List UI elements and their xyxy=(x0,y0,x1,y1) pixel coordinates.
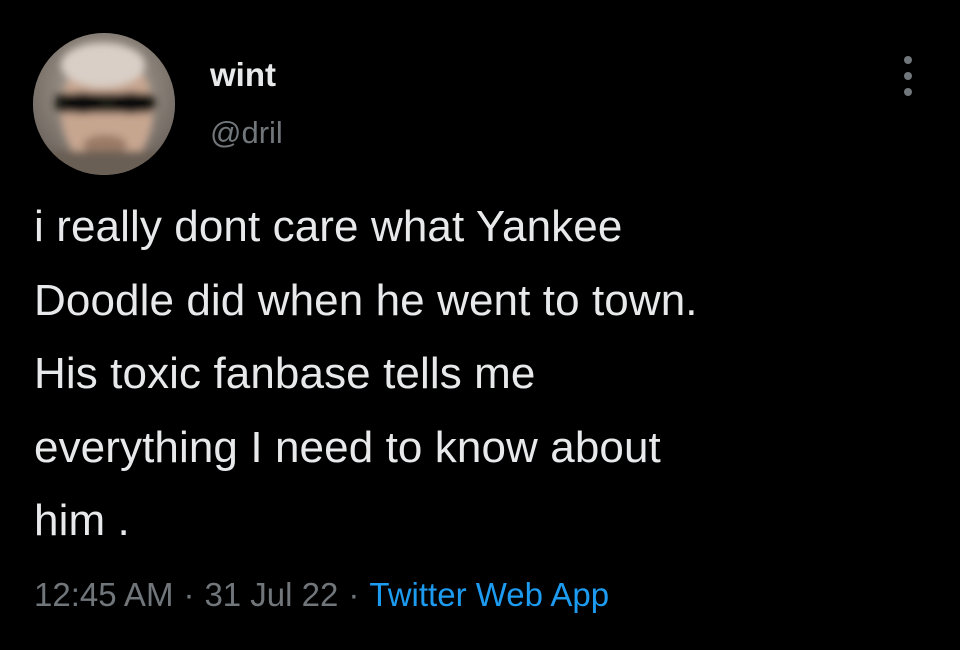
tweet-card: wint @dril i really dont care what Yanke… xyxy=(0,0,960,650)
tweet-text-line: His toxic fanbase tells me xyxy=(34,349,536,398)
more-vertical-icon-dot xyxy=(904,72,912,80)
tweet-text-line: Doodle did when he went to town. xyxy=(34,275,698,325)
tweet-text-line: everything I need to know about xyxy=(34,422,661,472)
tweet-time[interactable]: 12:45 AM xyxy=(34,576,173,613)
meta-separator: · xyxy=(183,576,195,613)
meta-separator: · xyxy=(348,576,360,613)
more-options-button[interactable] xyxy=(893,52,923,100)
user-handle[interactable]: @dril xyxy=(210,113,283,153)
avatar[interactable] xyxy=(33,33,175,175)
tweet-source-link[interactable]: Twitter Web App xyxy=(369,576,609,613)
tweet-metadata: 12:45 AM · 31 Jul 22 · Twitter Web App xyxy=(34,573,609,617)
display-name[interactable]: wint xyxy=(210,55,276,95)
tweet-text-line: him . xyxy=(34,496,130,545)
more-vertical-icon xyxy=(904,56,912,64)
tweet-text: i really dont care what Yankee Doodle di… xyxy=(34,190,934,558)
tweet-text-line: i really dont care what Yankee xyxy=(34,202,623,251)
tweet-date[interactable]: 31 Jul 22 xyxy=(204,576,338,613)
more-vertical-icon-dot xyxy=(904,88,912,96)
avatar-image xyxy=(33,33,175,175)
